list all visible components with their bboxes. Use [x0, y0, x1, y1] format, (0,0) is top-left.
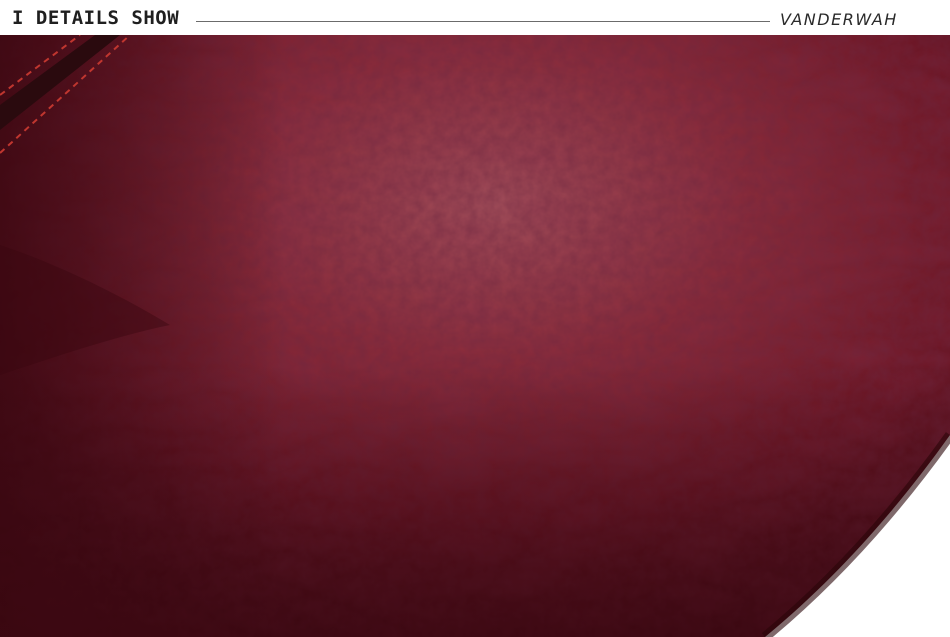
details-header: I DETAILS SHOW VANDERWAH [0, 0, 950, 38]
divider-line [196, 21, 770, 22]
leather-detail-photo [0, 35, 950, 637]
section-title: I DETAILS SHOW [12, 7, 180, 29]
brand-name: VANDERWAH [780, 10, 898, 29]
leather-texture-image [0, 35, 950, 637]
